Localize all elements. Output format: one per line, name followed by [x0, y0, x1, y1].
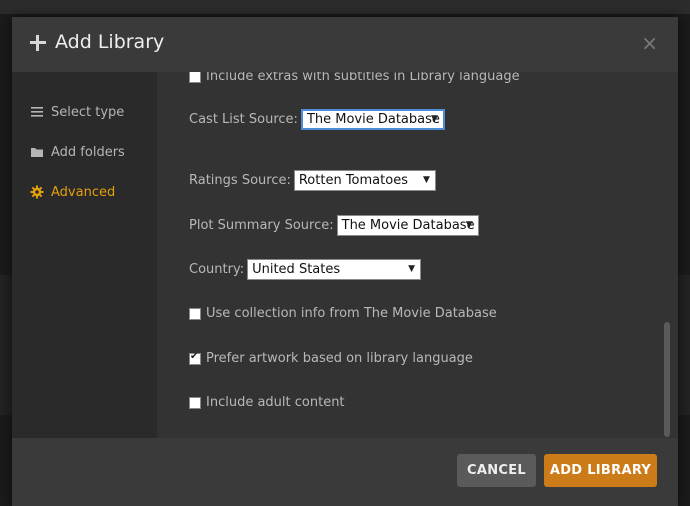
- adult-content-row: Include adult content: [189, 395, 345, 410]
- advanced-settings-panel: Include extras with subtitles in Library…: [157, 72, 678, 455]
- dropdown-arrow-icon: ▼: [431, 114, 438, 124]
- collection-info-label: Use collection info from The Movie Datab…: [206, 306, 497, 321]
- folder-icon: [31, 148, 43, 157]
- sidebar-item-label: Add folders: [51, 144, 125, 160]
- country-row: Country: United States ▼: [189, 259, 422, 280]
- extras-subtitles-label: Include extras with subtitles in Library…: [206, 72, 520, 84]
- adult-content-label: Include adult content: [206, 395, 345, 410]
- cast-list-source-value: The Movie Database: [306, 112, 440, 127]
- country-select[interactable]: United States ▼: [247, 259, 422, 280]
- list-icon: [31, 107, 43, 117]
- plot-summary-source-value: The Movie Database: [341, 218, 475, 233]
- dropdown-arrow-icon: ▼: [465, 220, 473, 230]
- prefer-artwork-label: Prefer artwork based on library language: [206, 351, 473, 366]
- close-icon[interactable]: ×: [641, 31, 658, 55]
- prefer-artwork-checkbox[interactable]: [189, 351, 201, 365]
- gear-icon: [30, 185, 44, 199]
- sidebar-item-select-type[interactable]: Select type: [30, 101, 124, 123]
- cast-list-source-select[interactable]: The Movie Database ▼: [300, 109, 445, 130]
- dropdown-arrow-icon: ▼: [422, 175, 430, 185]
- cast-list-source-row: Cast List Source: The Movie Database ▼: [189, 109, 445, 130]
- country-label: Country:: [189, 262, 245, 277]
- ratings-source-row: Ratings Source: Rotten Tomatoes ▼: [189, 170, 436, 191]
- cast-list-source-label: Cast List Source:: [189, 112, 298, 127]
- sidebar-item-add-folders[interactable]: Add folders: [30, 141, 125, 163]
- plus-icon: [30, 35, 46, 51]
- dialog-title: Add Library: [55, 31, 165, 53]
- background-top-bar: [0, 0, 690, 14]
- collection-info-row: Use collection info from The Movie Datab…: [189, 306, 497, 321]
- cancel-button[interactable]: CANCEL: [457, 454, 536, 487]
- plot-summary-source-select[interactable]: The Movie Database ▼: [336, 215, 479, 236]
- sidebar-item-advanced[interactable]: Advanced: [30, 181, 115, 203]
- extras-subtitles-checkbox[interactable]: [189, 72, 201, 83]
- adult-content-checkbox[interactable]: [189, 396, 201, 409]
- dialog-header: Add Library ×: [12, 17, 678, 72]
- add-library-button[interactable]: ADD LIBRARY: [544, 454, 657, 487]
- sidebar-item-label: Advanced: [51, 184, 116, 200]
- dropdown-arrow-icon: ▼: [408, 264, 416, 274]
- prefer-artwork-row: Prefer artwork based on library language: [189, 351, 473, 366]
- plot-summary-source-row: Plot Summary Source: The Movie Database …: [189, 215, 479, 236]
- dialog-footer: CANCEL ADD LIBRARY: [12, 438, 678, 506]
- ratings-source-select[interactable]: Rotten Tomatoes ▼: [293, 170, 436, 191]
- extras-subtitles-row: Include extras with subtitles in Library…: [189, 72, 520, 84]
- sidebar-item-label: Select type: [51, 104, 125, 120]
- ratings-source-value: Rotten Tomatoes: [298, 173, 408, 188]
- plot-summary-source-label: Plot Summary Source:: [189, 218, 334, 233]
- add-library-dialog: Add Library × Select type Add folders Ad…: [12, 17, 678, 506]
- collection-info-checkbox[interactable]: [189, 307, 201, 320]
- ratings-source-label: Ratings Source:: [189, 173, 291, 188]
- dialog-sidebar: Select type Add folders Advanced: [12, 72, 157, 455]
- country-value: United States: [252, 262, 341, 277]
- scrollbar-thumb[interactable]: [664, 322, 670, 437]
